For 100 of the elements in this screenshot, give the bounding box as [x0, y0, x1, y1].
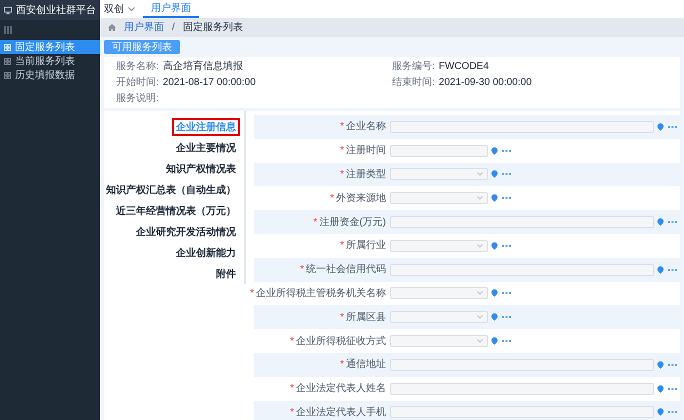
- select-field[interactable]: [390, 168, 488, 180]
- pin-icon[interactable]: [657, 360, 664, 369]
- more-icon[interactable]: [502, 340, 511, 342]
- input-field[interactable]: [390, 264, 654, 276]
- required-mark: *: [340, 168, 344, 182]
- input-field[interactable]: [390, 406, 654, 418]
- chevron-down-icon: [477, 196, 483, 200]
- pin-icon[interactable]: [491, 337, 498, 346]
- info-value: FWCODE4: [438, 60, 489, 74]
- chevron-down-icon: [477, 339, 483, 344]
- required-mark: *: [300, 263, 304, 278]
- required-mark: *: [330, 192, 334, 206]
- chevron-down-icon: [477, 244, 483, 248]
- info-label: 结束时间:: [392, 76, 435, 90]
- menu-icon[interactable]: [4, 26, 12, 34]
- sidebar-item[interactable]: 历史填报数据: [0, 68, 100, 82]
- pin-icon[interactable]: [491, 194, 498, 202]
- field-label: 注册类型: [346, 168, 386, 182]
- input-field[interactable]: [390, 382, 654, 395]
- field-label: 企业所得税主管税务机关名称: [256, 286, 386, 301]
- required-mark: *: [250, 286, 254, 301]
- pin-icon[interactable]: [491, 289, 498, 298]
- more-icon[interactable]: [668, 126, 677, 128]
- grid-icon: [4, 72, 11, 78]
- more-icon[interactable]: [502, 173, 511, 176]
- select-field[interactable]: [390, 240, 488, 252]
- info-value: 2021-09-30 00:00:00: [438, 76, 532, 90]
- field-label: 所属行业: [346, 238, 386, 254]
- input-field[interactable]: [390, 216, 654, 228]
- more-icon[interactable]: [668, 268, 677, 271]
- field-label: 企业法定代表人姓名: [296, 382, 386, 396]
- app-title: 西安创业社群平台: [16, 4, 96, 18]
- section-tab[interactable]: 知识产权情况表: [162, 160, 240, 178]
- section-tab[interactable]: 附件: [212, 264, 240, 282]
- select-field[interactable]: [390, 311, 488, 324]
- more-icon[interactable]: [502, 316, 511, 318]
- chevron-down-icon: [477, 291, 483, 296]
- input-field[interactable]: [390, 120, 654, 133]
- sidebar-item[interactable]: 当前服务列表: [0, 54, 100, 68]
- pin-icon[interactable]: [657, 122, 664, 131]
- field-label: 注册资金(万元): [319, 216, 386, 230]
- required-mark: *: [340, 310, 344, 325]
- info-label: 服务编号:: [392, 60, 435, 74]
- field-label: 企业法定代表人手机: [296, 406, 386, 420]
- required-mark: *: [340, 144, 344, 158]
- breadcrumb-link[interactable]: 用户界面: [124, 20, 164, 35]
- required-mark: *: [290, 406, 294, 420]
- required-mark: *: [313, 216, 318, 230]
- more-icon[interactable]: [502, 197, 511, 200]
- grid-icon: [4, 58, 11, 64]
- required-mark: *: [290, 334, 294, 349]
- info-label: 服务名称:: [116, 60, 159, 74]
- section-tab[interactable]: 企业主要情况: [172, 138, 240, 156]
- pin-icon[interactable]: [657, 266, 664, 274]
- section-tab[interactable]: 近三年经营情况表（万元）: [112, 202, 240, 220]
- required-mark: *: [290, 382, 294, 396]
- input-field[interactable]: [390, 358, 654, 371]
- field-label: 企业名称: [346, 120, 386, 134]
- chevron-down-icon: [477, 172, 483, 176]
- field-label: 企业所得税征收方式: [296, 334, 386, 349]
- monitor-icon: [4, 6, 12, 14]
- section-tab[interactable]: 企业创新能力: [172, 244, 240, 262]
- breadcrumb-separator: /: [172, 21, 175, 35]
- pin-icon[interactable]: [491, 146, 498, 155]
- section-tab[interactable]: 知识产权汇总表（自动生成）: [102, 180, 240, 198]
- more-icon[interactable]: [668, 364, 677, 366]
- pin-icon[interactable]: [657, 218, 664, 226]
- pin-icon[interactable]: [491, 313, 498, 322]
- grid-icon: [4, 44, 11, 50]
- more-icon[interactable]: [502, 244, 511, 247]
- field-label: 统一社会信用代码: [306, 262, 386, 278]
- select-field[interactable]: [390, 192, 488, 204]
- more-icon[interactable]: [668, 388, 677, 390]
- home-icon[interactable]: [108, 24, 116, 31]
- field-label: 所属区县: [346, 310, 386, 325]
- more-icon[interactable]: [668, 221, 677, 224]
- info-value: 高企培育信息填报: [162, 60, 243, 74]
- more-icon[interactable]: [502, 150, 511, 152]
- field-label: 通信地址: [346, 358, 386, 372]
- breadcrumb-current: 固定服务列表: [182, 20, 243, 35]
- chevron-down-icon: [128, 6, 135, 12]
- field-label: 外资来源地: [336, 192, 386, 206]
- select-field[interactable]: [390, 335, 488, 348]
- chevron-down-icon: [477, 315, 483, 320]
- info-label: 开始时间:: [116, 76, 159, 90]
- pin-icon[interactable]: [491, 170, 498, 178]
- section-tab[interactable]: 企业研究开发活动情况: [132, 222, 240, 240]
- info-label: 服务说明:: [116, 92, 159, 106]
- pin-icon[interactable]: [657, 408, 664, 416]
- pin-icon[interactable]: [491, 242, 498, 250]
- required-mark: *: [340, 120, 344, 134]
- more-icon[interactable]: [668, 411, 677, 414]
- required-mark: *: [340, 358, 344, 372]
- header-menu[interactable]: 双创: [104, 0, 135, 18]
- input-field[interactable]: [390, 144, 488, 157]
- field-label: 注册时间: [346, 144, 386, 158]
- more-icon[interactable]: [502, 292, 511, 294]
- info-value: 2021-08-17 00:00:00: [162, 76, 256, 90]
- pin-icon[interactable]: [657, 384, 664, 393]
- select-field[interactable]: [390, 287, 488, 300]
